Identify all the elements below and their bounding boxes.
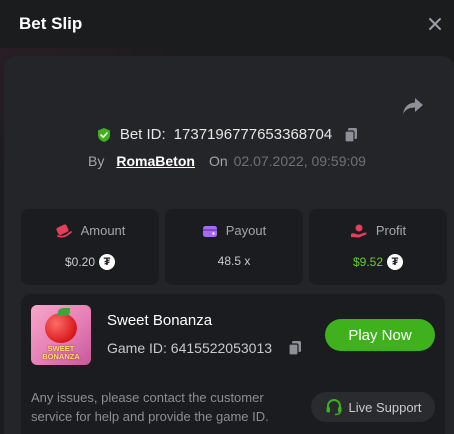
bet-datetime: 02.07.2022, 09:59:09 (233, 153, 366, 169)
profit-card: Profit $9.52 ₮ (309, 209, 447, 285)
game-thumbnail[interactable]: SWEET BONANZA (31, 305, 91, 365)
support-message: Any issues, please contact the customer … (31, 390, 269, 424)
tether-icon: ₮ (99, 254, 116, 270)
profit-value: $9.52 (352, 255, 384, 269)
share-button[interactable] (400, 94, 426, 118)
amount-value: $0.20 (64, 255, 96, 269)
profit-label: Profit (375, 223, 407, 238)
bet-slip-header: Bet Slip (0, 0, 454, 48)
amount-icon (56, 223, 72, 238)
play-now-button[interactable]: Play Now (325, 319, 435, 351)
game-id-row: Game ID: 6415522053013 (107, 340, 302, 356)
live-support-label: Live Support (348, 399, 422, 415)
close-button[interactable] (424, 13, 446, 35)
bet-id-value: 1737196777653368704 (173, 126, 333, 143)
on-label: On (208, 153, 228, 169)
copy-game-id-button[interactable] (288, 340, 302, 356)
page-title: Bet Slip (19, 14, 83, 33)
leaf-graphic (58, 308, 70, 316)
bet-id-row: Bet ID: 1737196777653368704 (0, 126, 454, 143)
copy-icon (344, 127, 358, 143)
username-link[interactable]: RomaBeton (116, 153, 195, 169)
by-label: By (88, 153, 105, 169)
bet-author-row: By RomaBeton On 02.07.2022, 09:59:09 (0, 153, 454, 169)
game-id-value: 6415522053013 (170, 340, 273, 356)
verified-shield-icon (97, 127, 110, 142)
payout-value: 48.5 x (217, 254, 251, 268)
copy-icon (288, 341, 302, 356)
amount-label: Amount (80, 223, 126, 238)
amount-card: Amount $0.20 ₮ (21, 209, 159, 285)
payout-card: Payout 48.5 x (165, 209, 303, 285)
copy-bet-id-button[interactable] (344, 127, 358, 143)
close-icon (429, 18, 441, 30)
bet-id-label: Bet ID: (119, 126, 166, 143)
game-name: Sweet Bonanza (107, 312, 213, 329)
live-support-button[interactable]: Live Support (311, 392, 435, 422)
share-icon (403, 98, 423, 114)
profit-icon (350, 224, 367, 237)
headset-icon (326, 398, 341, 416)
thumbnail-logo: SWEET BONANZA (42, 344, 80, 361)
apple-graphic (45, 313, 77, 343)
game-id-label: Game ID: (107, 340, 167, 356)
payout-label: Payout (225, 223, 267, 238)
wallet-icon (202, 225, 217, 237)
tether-icon: ₮ (387, 254, 404, 270)
